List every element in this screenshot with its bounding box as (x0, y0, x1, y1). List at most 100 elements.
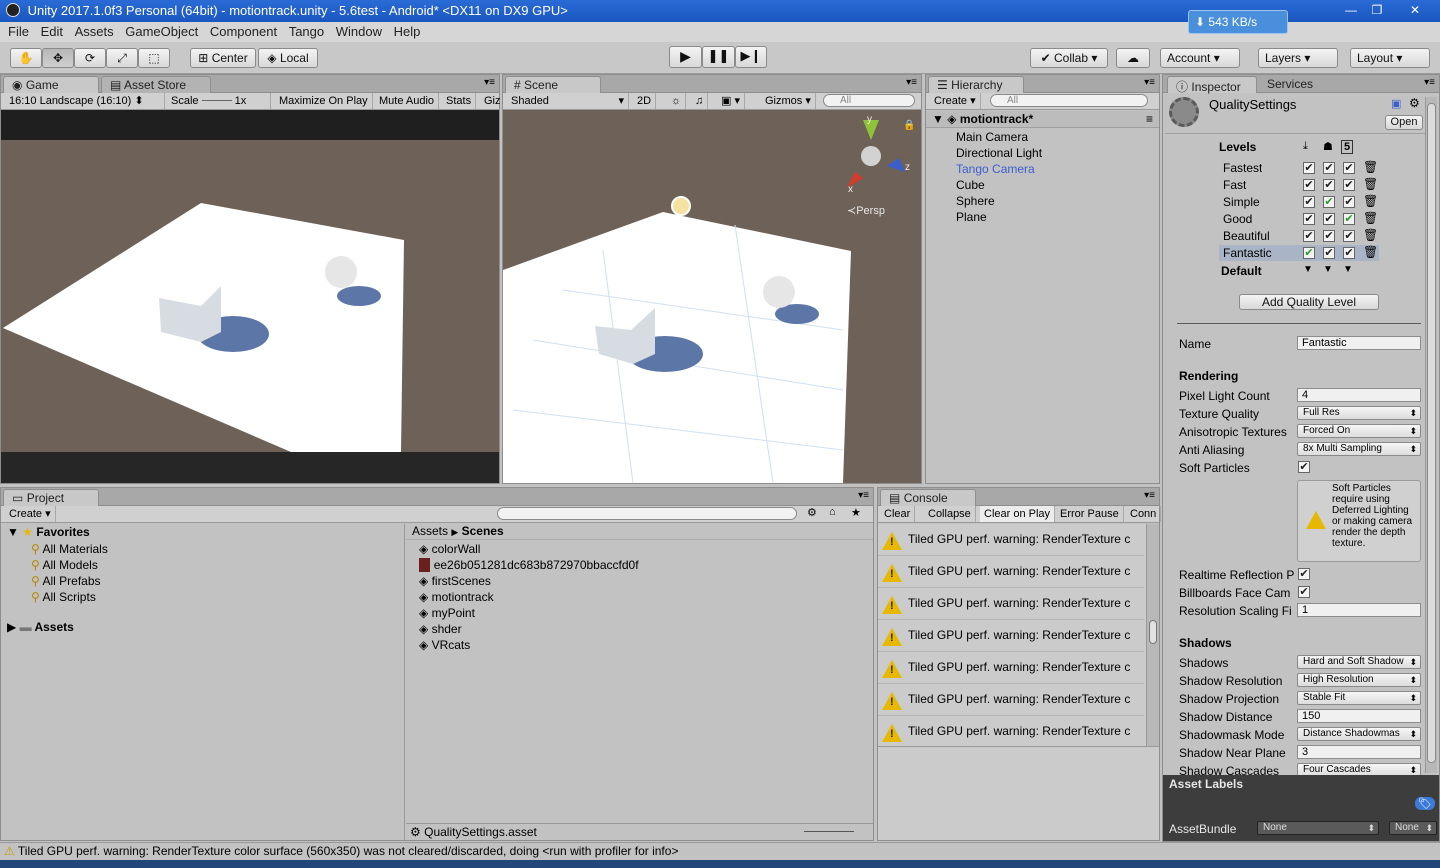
panel-menu-icon[interactable]: ▾≡ (906, 77, 917, 88)
space-local-button[interactable]: ◈ Local (258, 48, 318, 68)
soft-particles-checkbox[interactable]: ✔ (1298, 461, 1310, 473)
mute-audio-toggle[interactable]: Mute Audio (375, 93, 440, 109)
search-by-type-icon[interactable]: ⚙ (807, 506, 817, 519)
list-item[interactable]: ▦ ee26b051281dc683b872970bbaccfd0f (419, 557, 639, 573)
inspector-scrollbar[interactable] (1425, 97, 1437, 773)
play-button[interactable]: ▶ (669, 46, 702, 68)
quality-level-checkbox[interactable]: ✔ (1323, 179, 1335, 191)
menu-file[interactable]: File (8, 24, 29, 39)
icon-size-slider[interactable] (804, 831, 854, 832)
panel-menu-icon[interactable]: ▾≡ (858, 490, 869, 501)
lock-icon[interactable]: 🔒 (903, 120, 915, 131)
maximize-on-play-toggle[interactable]: Maximize On Play (275, 93, 373, 109)
anti-aliasing-dropdown[interactable]: 8x Multi Sampling (1297, 442, 1421, 456)
scene-menu-icon[interactable]: ≡ (1146, 112, 1153, 126)
quality-level-checkbox[interactable]: ✔ (1343, 179, 1355, 191)
list-item[interactable]: ◈ motiontrack (419, 589, 639, 605)
tab-console[interactable]: ▤ Console (880, 489, 976, 506)
console-collapse-button[interactable]: Collapse (924, 506, 976, 522)
list-item[interactable]: Directional Light (956, 145, 1156, 161)
table-row[interactable]: Tiled GPU perf. warning: RenderTexture c (878, 716, 1144, 746)
tab-asset-store[interactable]: ▤ Asset Store (101, 76, 211, 93)
account-dropdown[interactable]: Account ▾ (1160, 48, 1240, 68)
table-row[interactable]: Tiled GPU perf. warning: RenderTexture c (878, 652, 1144, 684)
tab-game[interactable]: ◉ Game (3, 76, 99, 93)
rect-tool-icon[interactable]: ⬚ (138, 48, 170, 68)
aspect-dropdown[interactable]: 16:10 Landscape (16:10) ⬍ (5, 93, 165, 109)
list-item[interactable]: Main Camera (956, 129, 1156, 145)
pause-button[interactable]: ❚❚ (702, 46, 735, 68)
near-plane-field[interactable]: 3 (1297, 745, 1421, 759)
list-item[interactable]: ◈ colorWall (419, 541, 639, 557)
favorite-star-icon[interactable]: ★ (851, 506, 861, 519)
hand-tool-icon[interactable]: ✋ (10, 48, 42, 68)
table-row[interactable]: Tiled GPU perf. warning: RenderTexture c (878, 684, 1144, 716)
panel-menu-icon[interactable]: ▾≡ (1144, 77, 1155, 88)
help-book-icon[interactable]: ▣ (1391, 97, 1401, 110)
table-row[interactable]: Tiled GPU perf. warning: RenderTexture c (878, 524, 1144, 556)
name-field[interactable]: Fantastic (1297, 336, 1421, 350)
inspector-scrollbar-thumb[interactable] (1427, 103, 1436, 763)
realtime-reflection-checkbox[interactable]: ✔ (1298, 568, 1310, 580)
scale-slider[interactable]: Scale 1x (167, 93, 271, 109)
quality-level-checkbox[interactable]: ✔ (1303, 162, 1315, 174)
panel-menu-icon[interactable]: ▾≡ (484, 77, 495, 88)
console-error-pause-toggle[interactable]: Error Pause (1056, 506, 1124, 522)
texture-quality-dropdown[interactable]: Full Res (1297, 406, 1421, 420)
list-item[interactable]: ◈ myPoint (419, 605, 639, 621)
quality-level-checkbox[interactable]: ✔ (1323, 196, 1335, 208)
shadowmask-dropdown[interactable]: Distance Shadowmas (1297, 727, 1421, 741)
stats-toggle[interactable]: Stats (442, 93, 477, 109)
quality-level-checkbox[interactable]: ✔ (1303, 179, 1315, 191)
list-item[interactable]: ⚲ All Models (31, 557, 108, 573)
trash-icon[interactable]: 🗑 (1363, 211, 1378, 225)
table-row[interactable]: Tiled GPU perf. warning: RenderTexture c (878, 588, 1144, 620)
table-row[interactable]: Tiled GPU perf. warning: RenderTexture c (878, 620, 1144, 652)
resolution-scaling-field[interactable]: 1 (1297, 603, 1421, 617)
rotate-tool-icon[interactable]: ⟳ (74, 48, 106, 68)
menu-window[interactable]: Window (336, 24, 382, 39)
quality-level-checkbox[interactable]: ✔ (1343, 196, 1355, 208)
billboards-checkbox[interactable]: ✔ (1298, 586, 1310, 598)
quality-level-checkbox[interactable]: ✔ (1323, 213, 1335, 225)
quality-level-checkbox[interactable]: ✔ (1343, 213, 1355, 225)
menu-assets[interactable]: Assets (75, 24, 114, 39)
table-row[interactable]: Tiled GPU perf. warning: RenderTexture c (878, 556, 1144, 588)
hierarchy-create-dropdown[interactable]: Create ▾ (930, 93, 981, 109)
effects-dropdown-icon[interactable]: ▣ ▾ (717, 93, 745, 109)
scene-gizmos-dropdown[interactable]: Gizmos ▾ (761, 93, 816, 109)
console-scrollbar[interactable] (1146, 524, 1159, 746)
trash-icon[interactable]: 🗑 (1363, 245, 1378, 259)
tab-project[interactable]: ▭ Project (3, 489, 99, 506)
menu-gameobject[interactable]: GameObject (125, 24, 198, 39)
quality-level-checkbox[interactable]: ✔ (1343, 162, 1355, 174)
console-clear-on-play-toggle[interactable]: Clear on Play (980, 506, 1056, 522)
project-create-dropdown[interactable]: Create ▾ (5, 506, 56, 522)
audio-toggle-icon[interactable]: ♫ (691, 93, 709, 109)
scene-gizmo[interactable] (847, 120, 905, 188)
list-item[interactable]: ◈ firstScenes (419, 573, 639, 589)
persp-label[interactable]: ≺Persp (847, 204, 885, 217)
breadcrumb-leaf[interactable]: Scenes (462, 524, 504, 538)
quality-level-row[interactable]: Good ✔ ✔ ✔ 🗑 (1219, 211, 1379, 227)
trash-icon[interactable]: 🗑 (1363, 160, 1378, 174)
asset-bundle-dropdown[interactable]: None (1257, 821, 1379, 835)
quality-level-checkbox[interactable]: ✔ (1303, 196, 1315, 208)
list-item[interactable]: Tango Camera (956, 161, 1156, 177)
quality-level-checkbox[interactable]: ✔ (1303, 213, 1315, 225)
shadow-distance-field[interactable]: 150 (1297, 709, 1421, 723)
breadcrumb-root[interactable]: Assets (412, 524, 448, 538)
shading-dropdown[interactable]: Shaded ▾ (507, 93, 629, 109)
quality-level-checkbox[interactable]: ✔ (1323, 162, 1335, 174)
console-scrollbar-thumb[interactable] (1149, 620, 1157, 644)
layers-dropdown[interactable]: Layers ▾ (1258, 48, 1338, 68)
panel-menu-icon[interactable]: ▾≡ (1144, 490, 1155, 501)
add-quality-level-button[interactable]: Add Quality Level (1239, 294, 1379, 310)
list-item[interactable]: ◈ shder (419, 621, 639, 637)
pivot-center-button[interactable]: ⊞ Center (190, 48, 256, 68)
project-search-input[interactable] (497, 507, 797, 520)
quality-level-row[interactable]: Fantastic ✔ ✔ ✔ 🗑 (1219, 245, 1379, 261)
list-item[interactable]: ◈ VRcats (419, 637, 639, 653)
default-dropdown-1[interactable]: ▼ (1303, 264, 1313, 275)
tab-scene[interactable]: # Scene (505, 76, 601, 93)
